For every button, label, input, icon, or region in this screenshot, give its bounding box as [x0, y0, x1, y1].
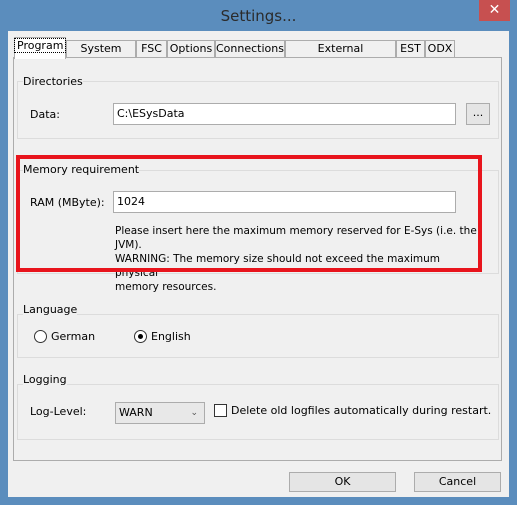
radio-german[interactable]: [34, 330, 47, 343]
logging-title: Logging: [23, 373, 67, 386]
english-label: English: [151, 330, 191, 343]
tab-program[interactable]: Program: [13, 37, 67, 59]
data-path-input[interactable]: C:\ESysData: [113, 103, 456, 125]
tab-fsc[interactable]: FSC: [136, 40, 167, 58]
log-level-label: Log-Level:: [30, 405, 87, 418]
tab-connections[interactable]: Connections: [215, 40, 285, 58]
log-level-value: WARN: [119, 406, 153, 419]
ok-button[interactable]: OK: [289, 472, 396, 492]
tab-options[interactable]: Options: [167, 40, 215, 58]
radio-english[interactable]: [134, 330, 147, 343]
tab-system-data[interactable]: System data: [66, 40, 136, 71]
data-label: Data:: [30, 108, 60, 121]
highlight-box: [16, 155, 482, 272]
tab-est[interactable]: EST: [396, 40, 425, 58]
directories-title: Directories: [23, 75, 83, 88]
window-title: Settings...: [220, 7, 297, 25]
chevron-down-icon: ⌄: [190, 408, 198, 418]
german-label: German: [51, 330, 96, 343]
tab-external-applications[interactable]: External Applications: [285, 40, 396, 71]
cancel-button[interactable]: Cancel: [414, 472, 501, 492]
close-icon[interactable]: ✕: [479, 0, 510, 21]
tab-odx[interactable]: ODX: [425, 40, 455, 58]
log-level-select[interactable]: WARN ⌄: [115, 402, 205, 424]
language-title: Language: [23, 303, 78, 316]
tab-label: Program: [13, 38, 67, 53]
browse-button[interactable]: ...: [466, 103, 490, 125]
delete-logs-checkbox[interactable]: [214, 404, 227, 417]
delete-logs-label: Delete old logfiles automatically during…: [231, 404, 492, 417]
hint-line: memory resources.: [115, 281, 217, 293]
